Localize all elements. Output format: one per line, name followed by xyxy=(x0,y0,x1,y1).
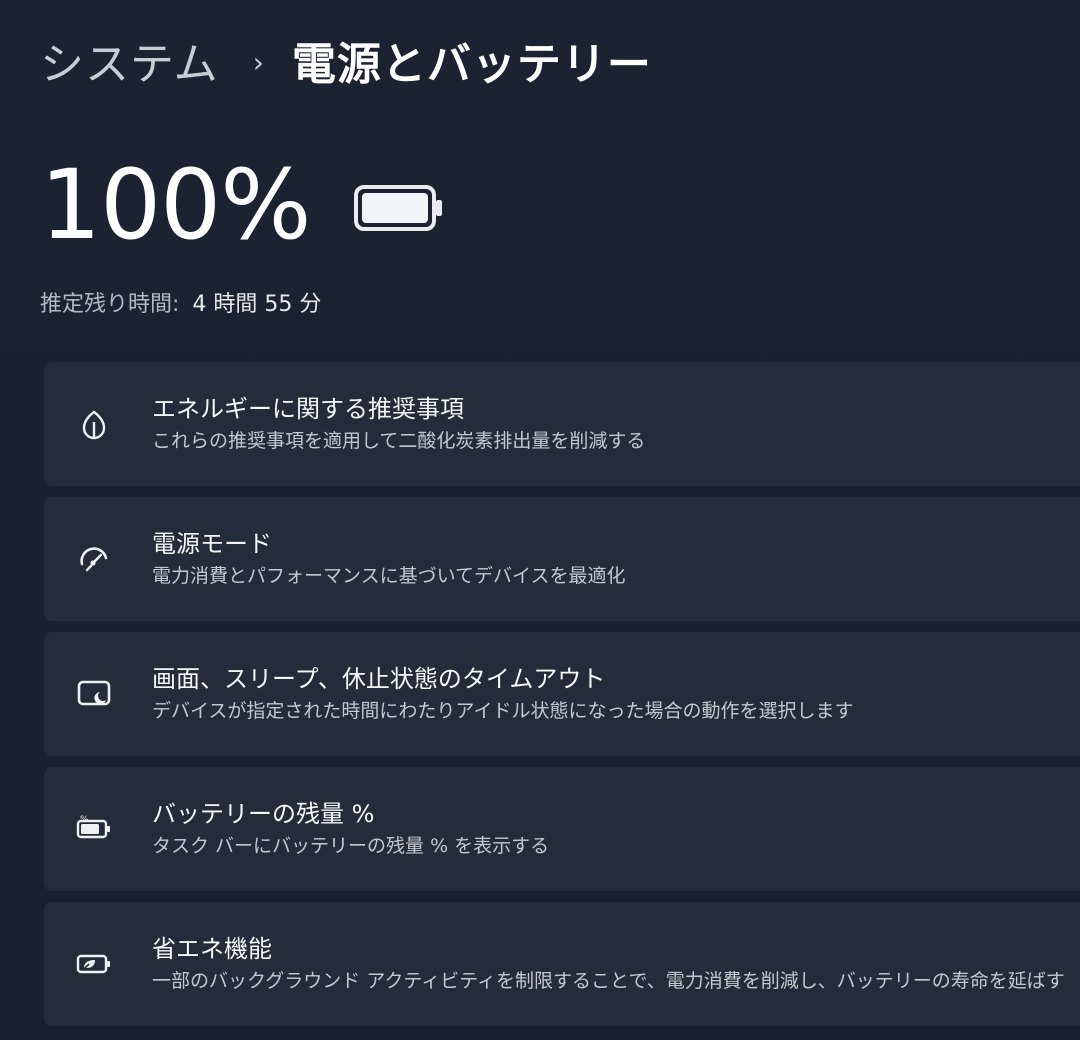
setting-screen-sleep-timeout[interactable]: 画面、スリープ、休止状態のタイムアウト デバイスが指定された時間にわたりアイドル… xyxy=(44,632,1080,756)
battery-percent-icon: % xyxy=(74,809,114,849)
setting-battery-percentage[interactable]: % バッテリーの残量 % タスク バーにバッテリーの残量 % を表示する xyxy=(44,767,1080,891)
svg-text:%: % xyxy=(80,815,89,825)
setting-power-mode[interactable]: 電源モード 電力消費とパフォーマンスに基づいてデバイスを最適化 xyxy=(44,497,1080,621)
setting-title: 電源モード xyxy=(152,530,272,558)
setting-title: 省エネ機能 xyxy=(152,935,272,963)
setting-title: 画面、スリープ、休止状態のタイムアウト xyxy=(152,665,606,693)
settings-page: システム › 電源とバッテリー 100% 推定残り時間: 4 時間 55 分 エ… xyxy=(0,0,1080,1040)
breadcrumb-system-link[interactable]: システム xyxy=(40,28,219,92)
screen-sleep-icon xyxy=(74,674,114,714)
battery-fill xyxy=(362,193,429,223)
breadcrumb-separator: › xyxy=(252,45,264,79)
setting-description: タスク バーにバッテリーの残量 % を表示する xyxy=(152,835,550,857)
setting-description: 電力消費とパフォーマンスに基づいてデバイスを最適化 xyxy=(152,565,626,587)
battery-saver-icon xyxy=(74,944,114,984)
page-title: 電源とバッテリー xyxy=(291,39,652,90)
power-mode-icon xyxy=(74,539,114,579)
estimate-value: 4 時間 55 分 xyxy=(192,292,322,317)
breadcrumb: システム › 電源とバッテリー xyxy=(40,28,652,92)
battery-summary: 100% xyxy=(40,150,444,260)
setting-description: これらの推奨事項を適用して二酸化炭素排出量を削減する xyxy=(152,430,646,452)
setting-description: 一部のバックグラウンド アクティビティを制限することで、電力消費を削減し、バッテ… xyxy=(152,970,1065,992)
leaf-icon xyxy=(74,404,114,444)
setting-description: デバイスが指定された時間にわたりアイドル状態になった場合の動作を選択します xyxy=(152,700,854,722)
setting-energy-recommendations[interactable]: エネルギーに関する推奨事項 これらの推奨事項を適用して二酸化炭素排出量を削減する xyxy=(44,362,1080,486)
setting-title: バッテリーの残量 % xyxy=(152,800,375,828)
settings-list: エネルギーに関する推奨事項 これらの推奨事項を適用して二酸化炭素排出量を削減する… xyxy=(44,362,1080,1037)
battery-percent: 100% xyxy=(40,149,311,261)
estimated-time-remaining: 推定残り時間: 4 時間 55 分 xyxy=(40,286,321,318)
setting-battery-saver[interactable]: 省エネ機能 一部のバックグラウンド アクティビティを制限することで、電力消費を削… xyxy=(44,902,1080,1026)
setting-title: エネルギーに関する推奨事項 xyxy=(152,395,464,423)
estimate-label: 推定残り時間: xyxy=(40,292,180,317)
battery-full-icon xyxy=(354,185,443,231)
